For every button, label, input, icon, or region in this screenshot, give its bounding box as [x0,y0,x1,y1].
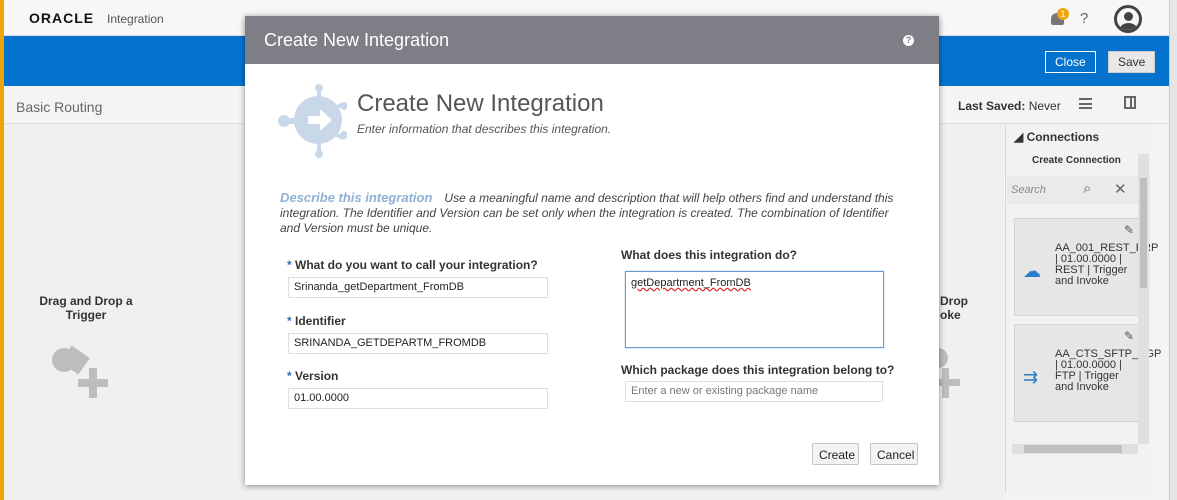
create-integration-dialog: Create New Integration ? Create New Inte… [245,16,939,485]
ftp-connection-icon: ⇉ [1023,367,1039,387]
identifier-label: * Identifier [287,314,346,328]
edit-icon[interactable]: ✎ [1124,329,1134,343]
connections-vertical-scrollbar[interactable] [1138,154,1149,444]
dialog-title: Create New Integration [264,30,450,50]
dialog-header: Create New Integration ? [245,16,939,64]
product-name: Integration [107,12,164,26]
integration-name-input[interactable]: Srinanda_getDepartment_FromDB [288,277,548,298]
drag-invoke-text: Drop oke [940,294,968,322]
description-field-label: What does this integration do? [621,248,797,262]
package-input[interactable]: Enter a new or existing package name [625,381,883,402]
create-connection-link[interactable]: Create Connection [1032,155,1121,166]
version-input[interactable]: 01.00.0000 [288,388,548,409]
integration-description: Describe this integration Use a meaningfu… [280,190,910,236]
last-saved-label: Last Saved: [958,99,1026,113]
clear-icon[interactable]: ✕ [1114,180,1127,198]
search-input[interactable]: Search [1011,184,1046,196]
connection-card-text: AA_001_REST_ERP | 01.00.0000 | REST | Tr… [1055,242,1159,287]
integration-name: Basic Routing [16,99,103,115]
identifier-input[interactable]: SRINANDA_GETDEPARTM_FROMDB [288,333,548,354]
close-button[interactable]: Close [1045,51,1096,73]
description-heading: Describe this integration [280,190,433,205]
search-icon[interactable]: ⌕ [1083,180,1091,197]
integration-hero-icon [278,84,347,158]
connections-panel: ◢ Connections Create Connection Search ⌕… [1005,124,1162,494]
last-saved: Last Saved: Never [958,99,1061,113]
save-button[interactable]: Save [1108,51,1156,73]
list-view-icon[interactable] [1079,98,1092,109]
oracle-logo: ORACLE [29,10,95,26]
page-scrollbar[interactable] [1169,0,1177,500]
help-icon[interactable]: ? [1080,10,1088,27]
dialog-hero-title: Create New Integration [357,90,604,117]
integration-name-label: * What do you want to call your integrat… [287,258,538,272]
dialog-hero-subtitle: Enter information that describes this in… [357,122,612,136]
description-textarea[interactable]: getDepartment_FromDB [625,271,884,348]
notifications-bell-icon[interactable]: 1 [1049,8,1069,27]
connections-title[interactable]: ◢ Connections [1014,130,1099,144]
connection-card[interactable]: ✎ ☁ AA_001_REST_ERP | 01.00.0000 | REST … [1014,218,1159,316]
dialog-help-icon[interactable]: ? [903,35,914,46]
panel-toggle-icon[interactable] [1124,96,1136,109]
scrollbar-thumb[interactable] [1140,178,1147,288]
trigger-placeholder-icon [50,340,120,422]
connection-card-text: AA_CTS_SFTP_PGP | 01.00.0000 | FTP | Tri… [1055,348,1162,393]
edit-icon[interactable]: ✎ [1124,223,1134,237]
connections-horizontal-scrollbar[interactable] [1012,444,1138,454]
version-label: * Version [287,369,339,383]
notification-badge: 1 [1057,8,1069,20]
create-button[interactable]: Create [812,443,859,465]
connection-card[interactable]: ✎ ⇉ AA_CTS_SFTP_PGP | 01.00.0000 | FTP |… [1014,324,1162,422]
drag-trigger-text: Drag and Drop a Trigger [39,294,133,322]
cancel-button[interactable]: Cancel [870,443,918,465]
package-label: Which package does this integration belo… [621,363,895,377]
connections-search[interactable]: Search ⌕ ✕ [1007,176,1150,204]
last-saved-value: Never [1028,99,1061,113]
rest-connection-icon: ☁ [1023,261,1041,281]
scrollbar-thumb[interactable] [1024,445,1122,453]
user-avatar-icon[interactable] [1114,5,1142,33]
